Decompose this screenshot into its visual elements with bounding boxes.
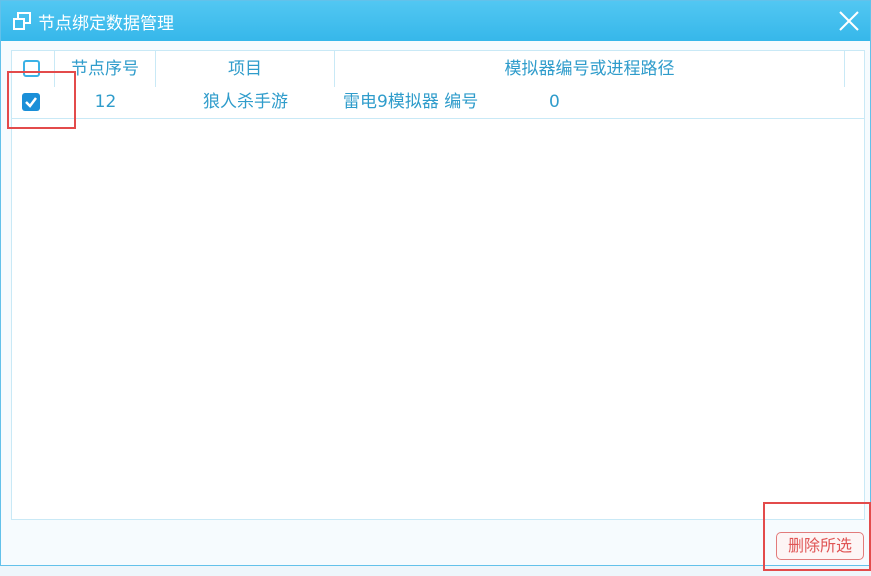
table-row[interactable]: 12 狼人杀手游 雷电9模拟器 编号 0 bbox=[12, 87, 864, 119]
header-project[interactable]: 项目 bbox=[156, 51, 335, 87]
close-icon[interactable] bbox=[836, 8, 862, 34]
cell-emulator: 雷电9模拟器 编号 bbox=[343, 92, 479, 112]
cell-emulator-number: 0 bbox=[549, 92, 560, 112]
header-filler bbox=[845, 51, 864, 87]
cell-project: 狼人杀手游 bbox=[203, 92, 288, 112]
header-emulator-path[interactable]: 模拟器编号或进程路径 bbox=[335, 51, 845, 87]
title-bar: 节点绑定数据管理 bbox=[1, 1, 870, 41]
highlight-box-delete bbox=[763, 502, 871, 571]
highlight-box-checkbox bbox=[7, 71, 76, 129]
table-header: 节点序号 项目 模拟器编号或进程路径 bbox=[12, 51, 864, 88]
binding-table: 节点序号 项目 模拟器编号或进程路径 12 狼人杀手游 雷电9模拟器 编号 0 bbox=[11, 50, 865, 520]
node-binding-dialog: 节点绑定数据管理 节点序号 项目 模拟器编号或进程路径 12 狼人杀手游 雷电9… bbox=[0, 0, 871, 566]
dialog-title: 节点绑定数据管理 bbox=[38, 14, 174, 34]
restore-window-icon bbox=[12, 11, 32, 31]
